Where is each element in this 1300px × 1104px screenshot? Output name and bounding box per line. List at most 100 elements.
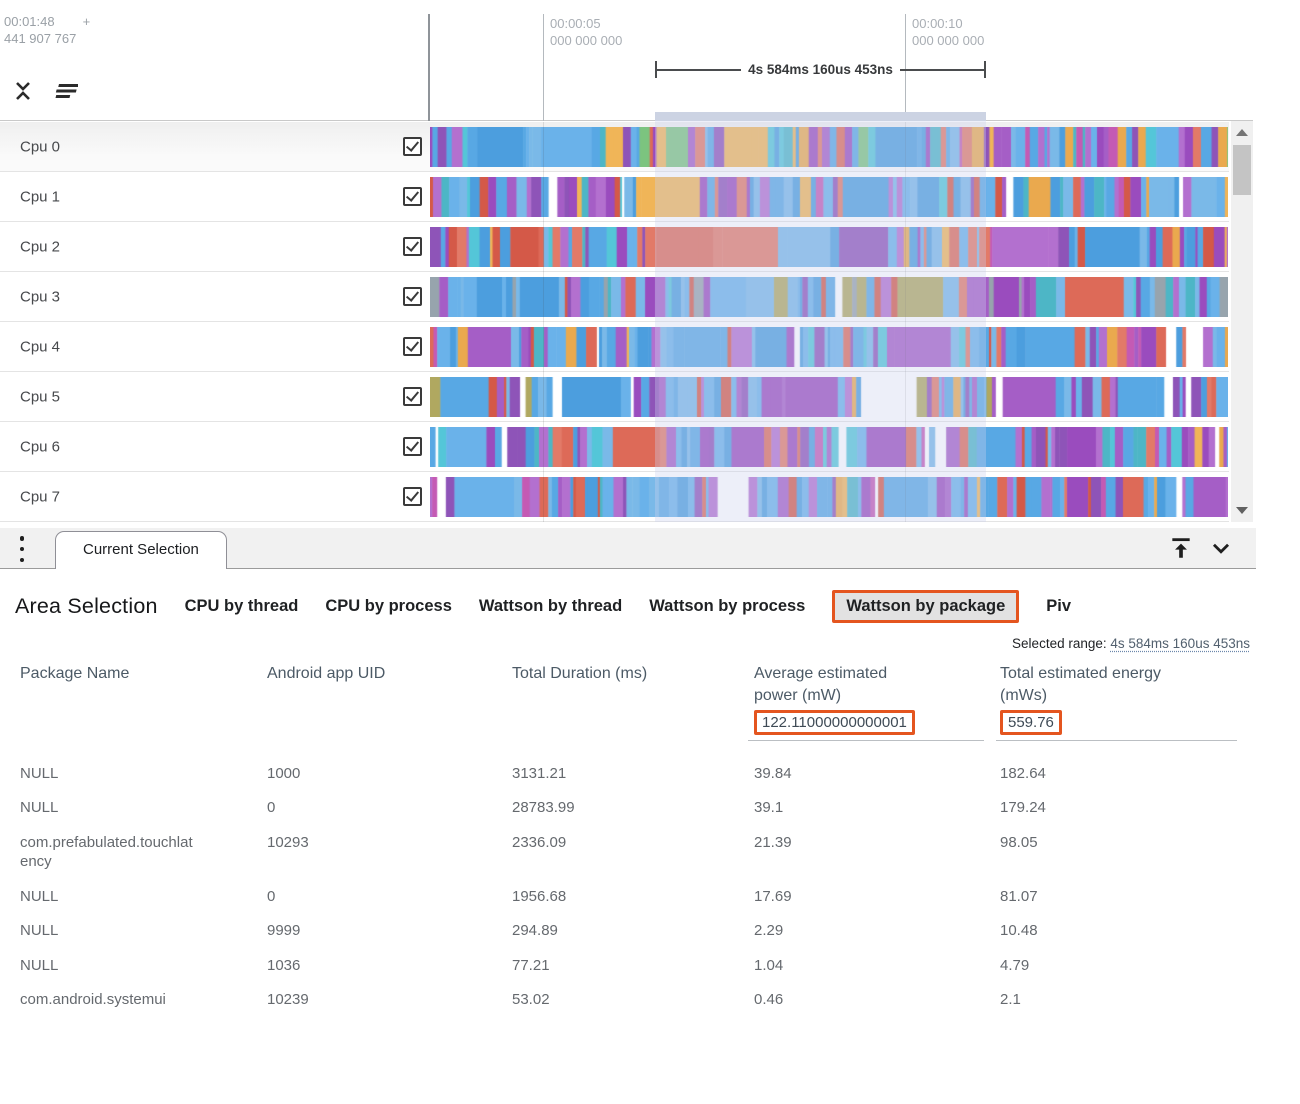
track-label: Cpu 2 xyxy=(20,238,60,255)
table-row: com.prefabulated.touchlatency102932336.0… xyxy=(20,825,1256,879)
table-cell: NULL xyxy=(20,914,198,949)
scrollbar-thumb[interactable] xyxy=(1233,145,1251,195)
track-label: Cpu 7 xyxy=(20,488,60,505)
detail-tab-piv[interactable]: Piv xyxy=(1046,597,1071,616)
track-panel-divider xyxy=(428,14,430,121)
annotation-box: 559.76 xyxy=(1000,710,1062,735)
track-row[interactable]: Cpu 6 xyxy=(0,422,1229,472)
ruler-tick-5s: 00:00:05 000 000 000 xyxy=(543,14,622,121)
selection-duration-label: 4s 584ms 160us 453ns xyxy=(741,62,900,77)
table-cell: com.android.systemui xyxy=(20,983,198,1018)
cpu-sched-strip[interactable] xyxy=(430,427,1228,467)
cpu-sched-strip[interactable] xyxy=(430,277,1228,317)
tick-ns: 000 000 000 xyxy=(550,33,622,50)
track-row[interactable]: Cpu 4 xyxy=(0,322,1229,372)
area-selection-tabs: Area Selection CPU by threadCPU by proce… xyxy=(0,588,1256,624)
track-label: Cpu 4 xyxy=(20,338,60,355)
cpu-sched-strip[interactable] xyxy=(430,127,1228,167)
vertical-align-top-icon[interactable] xyxy=(1168,535,1194,561)
area-selection-panel: Area Selection CPU by threadCPU by proce… xyxy=(0,569,1256,1017)
unfold-less-icon[interactable] xyxy=(12,80,34,102)
table-summary-row: 122.11000000000001 559.76 xyxy=(20,710,1256,741)
column-header: Total estimated energy (mWs) xyxy=(1000,655,1250,706)
track-row[interactable]: Cpu 3 xyxy=(0,272,1229,322)
table-cell: com.prefabulated.touchlatency xyxy=(20,825,198,879)
timeline-gridline xyxy=(905,122,906,522)
track-label: Cpu 0 xyxy=(20,138,60,155)
cpu-sched-strip[interactable] xyxy=(430,327,1228,367)
cpu-sched-strip[interactable] xyxy=(430,477,1228,517)
selected-range-value[interactable]: 4s 584ms 160us 453ns xyxy=(1110,636,1250,651)
selected-range-label: Selected range: xyxy=(1012,636,1107,651)
timeline-ruler: 00:01:48 + 441 907 767 00:00:05 00 xyxy=(0,0,1253,121)
origin-nanoseconds: 441 907 767 xyxy=(4,31,90,48)
table-header-row: Package NameAndroid app UIDTotal Duratio… xyxy=(20,655,1256,706)
tracks-scrollbar[interactable] xyxy=(1231,121,1253,522)
origin-time: 00:01:48 xyxy=(4,14,55,31)
table-cell: 9999 xyxy=(267,914,512,949)
track-label: Cpu 3 xyxy=(20,288,60,305)
track-row[interactable]: Cpu 1 xyxy=(0,172,1229,222)
cpu-track-list: Cpu 0 Cpu 1 Cpu 2 Cpu 3 Cpu 4 Cpu 5 Cpu 6 Cpu 7 xyxy=(0,122,1229,522)
cpu-sched-strip[interactable] xyxy=(430,227,1228,267)
detail-tab-wattson-by-package[interactable]: Wattson by package xyxy=(832,590,1019,623)
track-checkbox[interactable] xyxy=(403,137,422,156)
table-body: NULL10003131.2139.84182.64NULL028783.993… xyxy=(20,756,1256,1017)
sort-icon[interactable] xyxy=(52,80,78,102)
scrollbar-down-arrow[interactable] xyxy=(1236,507,1248,514)
summary-total-energy-cell: 559.76 xyxy=(996,710,1237,741)
kebab-menu-icon[interactable] xyxy=(16,536,28,562)
table-cell: 1.04 xyxy=(754,948,1000,983)
detail-tab-cpu-by-thread[interactable]: CPU by thread xyxy=(185,597,299,616)
track-checkbox[interactable] xyxy=(403,187,422,206)
tick-ns: 000 000 000 xyxy=(912,33,984,50)
track-row[interactable]: Cpu 5 xyxy=(0,372,1229,422)
track-label: Cpu 5 xyxy=(20,388,60,405)
track-checkbox[interactable] xyxy=(403,237,422,256)
table-cell: 0 xyxy=(267,791,512,826)
viewport-origin-timestamp: 00:01:48 + 441 907 767 xyxy=(4,14,90,48)
table-cell: 179.24 xyxy=(1000,791,1250,826)
table-cell: 182.64 xyxy=(1000,756,1250,791)
column-header: Total Duration (ms) xyxy=(512,655,754,706)
track-row[interactable]: Cpu 2 xyxy=(0,222,1229,272)
table-row: com.android.systemui1023953.020.462.1 xyxy=(20,983,1256,1018)
track-checkbox[interactable] xyxy=(403,387,422,406)
tick-time: 00:00:10 xyxy=(912,16,984,33)
detail-tab-wattson-by-process[interactable]: Wattson by process xyxy=(649,597,805,616)
summary-total-energy-value: 559.76 xyxy=(1008,714,1054,731)
track-checkbox[interactable] xyxy=(403,437,422,456)
timeline-gridline xyxy=(543,122,544,522)
table-cell: 2.29 xyxy=(754,914,1000,949)
detail-tab-cpu-by-process[interactable]: CPU by process xyxy=(325,597,452,616)
cpu-sched-strip[interactable] xyxy=(430,377,1228,417)
cpu-sched-strip[interactable] xyxy=(430,177,1228,217)
scrollbar-up-arrow[interactable] xyxy=(1236,129,1248,136)
chevron-down-icon[interactable] xyxy=(1208,535,1234,561)
track-label: Cpu 1 xyxy=(20,188,60,205)
wattson-package-table: Package NameAndroid app UIDTotal Duratio… xyxy=(0,655,1256,1017)
table-cell: 10.48 xyxy=(1000,914,1250,949)
column-header: Android app UID xyxy=(267,655,512,706)
details-panel-tabbar: Current Selection xyxy=(0,528,1256,569)
table-row: NULL01956.6817.6981.07 xyxy=(20,879,1256,914)
table-cell: 1956.68 xyxy=(512,879,754,914)
detail-tab-wattson-by-thread[interactable]: Wattson by thread xyxy=(479,597,622,616)
tab-current-selection[interactable]: Current Selection xyxy=(55,531,227,569)
table-cell: NULL xyxy=(20,948,198,983)
table-cell: 0.46 xyxy=(754,983,1000,1018)
track-checkbox[interactable] xyxy=(403,487,422,506)
track-row[interactable]: Cpu 7 xyxy=(0,472,1229,522)
perfetto-trace-viewer: 00:01:48 + 441 907 767 00:00:05 00 xyxy=(0,0,1300,1104)
track-checkbox[interactable] xyxy=(403,287,422,306)
track-row[interactable]: Cpu 0 xyxy=(0,122,1229,172)
annotation-box: 122.11000000000001 xyxy=(754,710,915,735)
track-checkbox[interactable] xyxy=(403,337,422,356)
table-cell: 39.84 xyxy=(754,756,1000,791)
table-cell: 53.02 xyxy=(512,983,754,1018)
table-cell: 28783.99 xyxy=(512,791,754,826)
column-header: Package Name xyxy=(20,655,267,706)
table-cell: 17.69 xyxy=(754,879,1000,914)
table-cell: NULL xyxy=(20,756,198,791)
table-cell: 3131.21 xyxy=(512,756,754,791)
